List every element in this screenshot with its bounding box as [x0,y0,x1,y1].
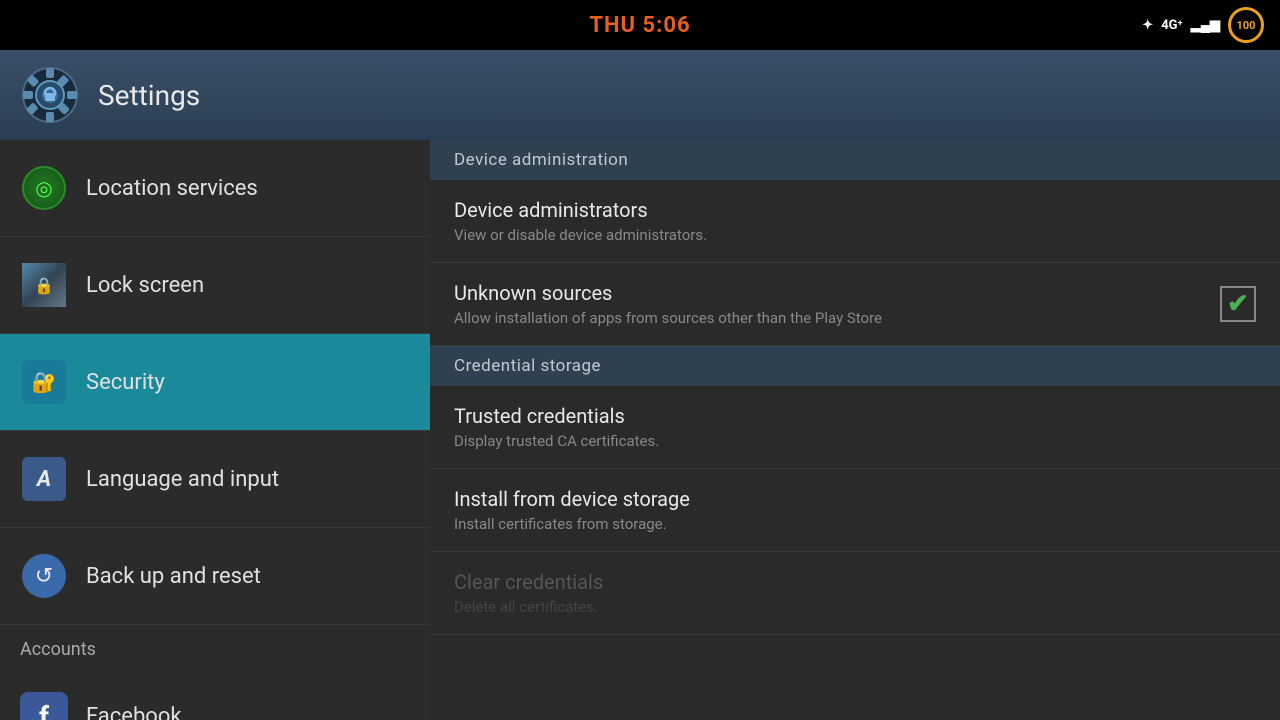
install-storage-subtitle: Install certificates from storage. [454,515,1256,533]
sidebar-label-location: Location services [86,176,258,201]
device-administrators-item[interactable]: Device administrators View or disable de… [430,180,1280,263]
device-admin-section-header: Device administration [430,140,1280,180]
settings-icon [20,65,80,125]
status-bar: THU 5:06 ✦ 4G⁺ ▂▄▆ 100 [0,0,1280,50]
battery-indicator: 100 [1228,7,1264,43]
signal-bars-icon: ▂▄▆ [1191,17,1220,33]
security-icon [20,358,68,406]
sidebar-label-security: Security [86,370,165,395]
checkmark-icon: ✔ [1227,289,1249,319]
bluetooth-icon: ✦ [1142,18,1153,33]
trusted-credentials-subtitle: Display trusted CA certificates. [454,432,1256,450]
backup-icon: ↺ [20,552,68,600]
unknown-sources-item[interactable]: Unknown sources Allow installation of ap… [430,263,1280,346]
clear-credentials-subtitle: Delete all certificates. [454,598,1256,616]
sidebar-item-language-input[interactable]: A Language and input [0,431,430,528]
sidebar-label-backup: Back up and reset [86,564,261,589]
app-header: Settings [0,50,1280,140]
language-icon: A [20,455,68,503]
sidebar-item-lock-screen[interactable]: Lock screen [0,237,430,334]
location-icon [20,164,68,212]
unknown-sources-title: Unknown sources [454,281,1256,305]
sidebar-item-location-services[interactable]: Location services [0,140,430,237]
trusted-credentials-item[interactable]: Trusted credentials Display trusted CA c… [430,386,1280,469]
network-icon: 4G⁺ [1161,18,1183,33]
main-content: Location services Lock screen Security A… [0,140,1280,720]
status-time: THU 5:06 [589,13,690,38]
sidebar-label-language: Language and input [86,467,279,492]
device-admins-title: Device administrators [454,198,1256,222]
unknown-sources-checkbox[interactable]: ✔ [1220,286,1256,322]
credential-storage-section-header: Credential storage [430,346,1280,386]
sidebar: Location services Lock screen Security A… [0,140,430,720]
trusted-credentials-title: Trusted credentials [454,404,1256,428]
sidebar-label-facebook: Facebook [86,704,182,720]
sidebar-label-lockscreen: Lock screen [86,273,204,298]
sidebar-item-facebook[interactable]: f Facebook [0,668,430,720]
checkbox-checked-icon: ✔ [1220,286,1256,322]
clear-credentials-item: Clear credentials Delete all certificate… [430,552,1280,635]
sidebar-item-security[interactable]: Security [0,334,430,431]
facebook-icon: f [20,692,68,720]
clear-credentials-title: Clear credentials [454,570,1256,594]
status-right-icons: ✦ 4G⁺ ▂▄▆ 100 [1142,7,1264,43]
device-admins-subtitle: View or disable device administrators. [454,226,1256,244]
install-from-storage-item[interactable]: Install from device storage Install cert… [430,469,1280,552]
sidebar-item-backup-reset[interactable]: ↺ Back up and reset [0,528,430,625]
app-title: Settings [98,79,200,112]
lockscreen-icon [20,261,68,309]
accounts-section-header: Accounts [0,625,430,668]
unknown-sources-subtitle: Allow installation of apps from sources … [454,309,1256,327]
right-panel: Device administration Device administrat… [430,140,1280,720]
install-storage-title: Install from device storage [454,487,1256,511]
